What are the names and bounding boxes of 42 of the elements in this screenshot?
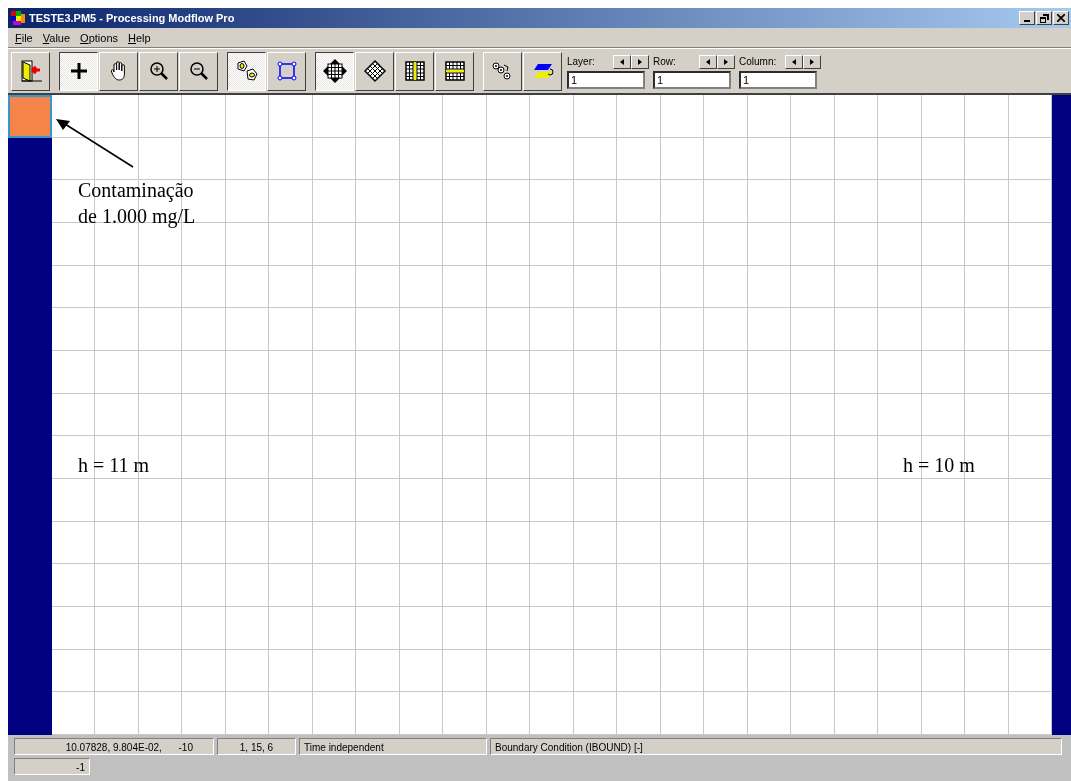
right-arrow-icon bbox=[723, 57, 729, 66]
next-button[interactable] bbox=[717, 54, 735, 69]
head-label: h = 10 m bbox=[903, 453, 975, 478]
number-field[interactable]: 1 bbox=[567, 71, 645, 89]
next-button[interactable] bbox=[631, 54, 649, 69]
tool-button[interactable] bbox=[315, 51, 354, 91]
status-panel: 10.07828, 9.804E-02, -10 bbox=[14, 738, 214, 755]
head-label: h = 11 m bbox=[78, 453, 150, 478]
previous-button[interactable] bbox=[613, 54, 631, 69]
spinner-label: Row: bbox=[653, 56, 676, 67]
grid-arrows-icon bbox=[321, 58, 348, 84]
status-panel: 1, 15, 6 bbox=[217, 738, 296, 755]
close-button[interactable] bbox=[1053, 11, 1069, 25]
close-icon bbox=[1057, 14, 1065, 22]
number-field[interactable]: 1 bbox=[739, 71, 817, 89]
diamond-grid-icon bbox=[361, 58, 388, 84]
tool-button[interactable] bbox=[59, 51, 98, 91]
menu-item[interactable]: Options bbox=[75, 31, 123, 44]
callout-text: Contaminação de 1.000 mg/L bbox=[78, 178, 196, 229]
right-arrow-icon bbox=[637, 57, 643, 66]
spinner-label: Column: bbox=[739, 56, 777, 67]
restore-button[interactable] bbox=[1036, 11, 1052, 25]
right-arrow-icon bbox=[809, 57, 815, 66]
previous-button[interactable] bbox=[785, 54, 803, 69]
number-field[interactable]: 1 bbox=[653, 71, 731, 89]
next-button[interactable] bbox=[803, 54, 821, 69]
minimize-button[interactable] bbox=[1019, 11, 1035, 25]
status-panel: Time independent bbox=[299, 738, 487, 755]
left-arrow-icon bbox=[705, 57, 711, 66]
menu-item[interactable]: Value bbox=[37, 31, 76, 44]
spinner-label: Layer: bbox=[567, 56, 595, 67]
status-panel: -1 bbox=[14, 758, 90, 775]
previous-button[interactable] bbox=[699, 54, 717, 69]
app-icon bbox=[10, 10, 26, 26]
window-title: TESTE3.PM5 - Processing Modflow Pro bbox=[29, 12, 236, 24]
menu-item[interactable]: File bbox=[10, 31, 38, 44]
left-arrow-icon bbox=[619, 57, 625, 66]
status-panel: Boundary Condition (IBOUND) [-] bbox=[490, 738, 1062, 755]
menu-item[interactable]: Help bbox=[123, 31, 156, 44]
tool-button[interactable] bbox=[227, 51, 266, 91]
restore-icon bbox=[1039, 13, 1049, 23]
left-arrow-icon bbox=[791, 57, 797, 66]
